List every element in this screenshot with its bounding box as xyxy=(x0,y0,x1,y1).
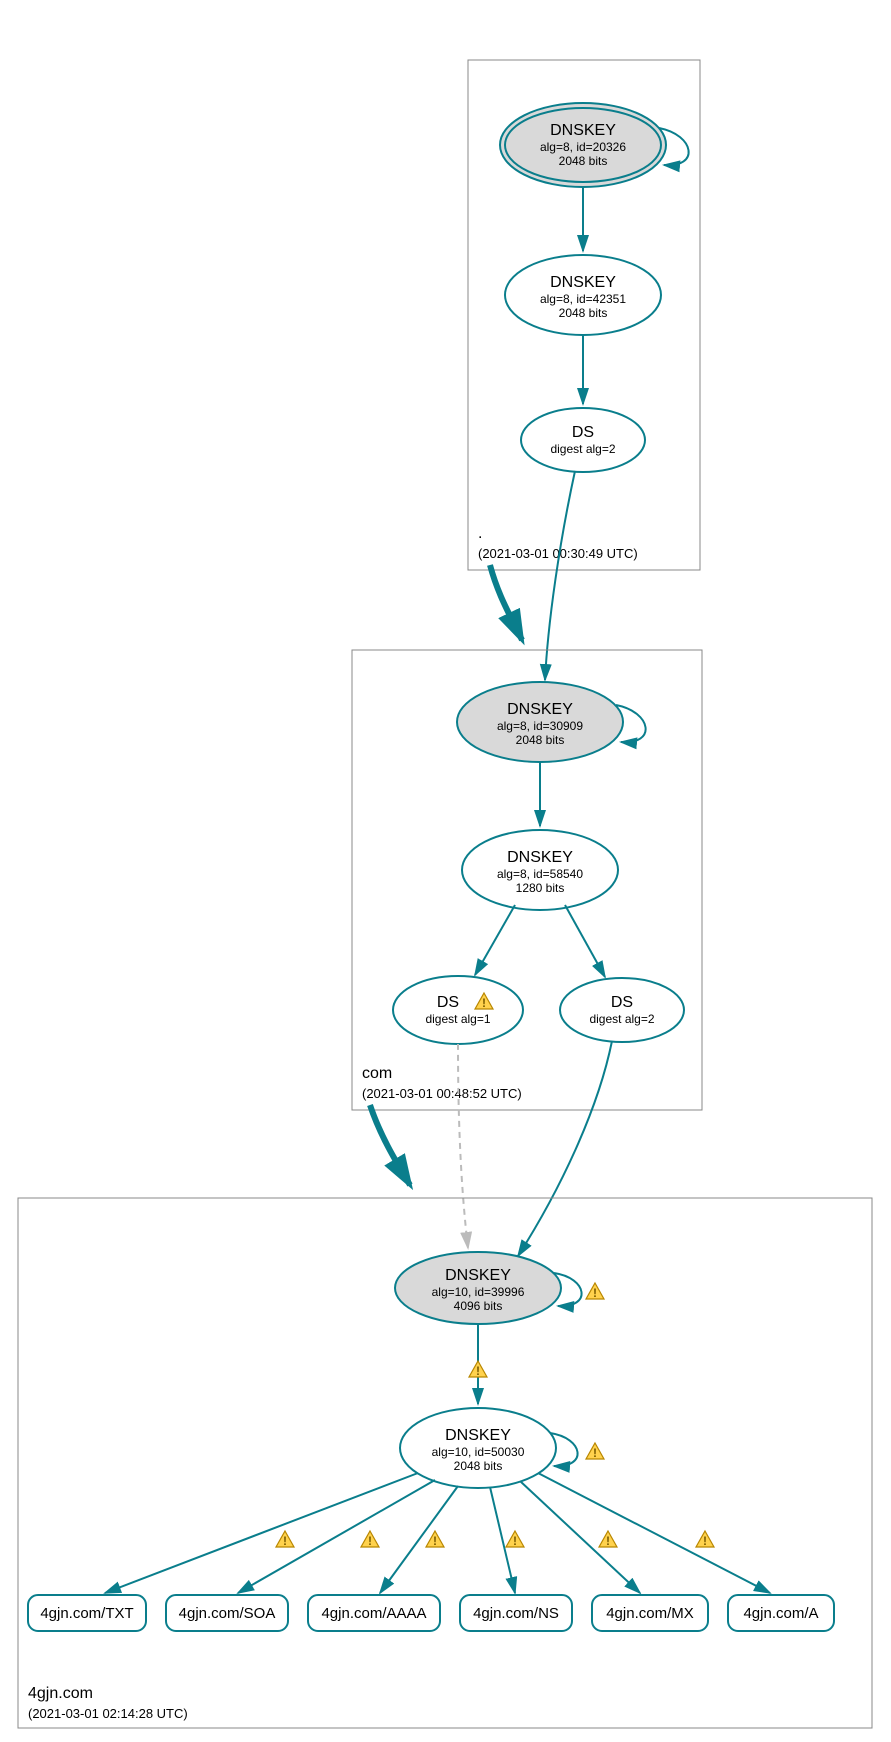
node-com-ds2: DS digest alg=2 xyxy=(560,978,684,1042)
svg-text:DNSKEY: DNSKEY xyxy=(445,1427,511,1444)
warning-icon xyxy=(426,1531,444,1548)
svg-text:DNSKEY: DNSKEY xyxy=(550,274,616,291)
edge-leaf-zsk-a xyxy=(538,1473,770,1593)
node-com-zsk: DNSKEY alg=8, id=58540 1280 bits xyxy=(462,830,618,910)
warning-icon xyxy=(696,1531,714,1548)
edge-leaf-zsk-aaaa xyxy=(380,1486,458,1593)
edge-leaf-zsk-soa xyxy=(238,1480,435,1593)
svg-text:DNSKEY: DNSKEY xyxy=(507,849,573,866)
warning-icon xyxy=(469,1361,487,1378)
warning-icon xyxy=(586,1283,604,1300)
svg-text:4096 bits: 4096 bits xyxy=(454,1299,503,1313)
svg-text:4gjn.com/MX: 4gjn.com/MX xyxy=(606,1605,694,1622)
zone-leaf-label: 4gjn.com xyxy=(28,1685,93,1702)
svg-text:alg=8, id=42351: alg=8, id=42351 xyxy=(540,292,626,306)
svg-text:alg=10, id=50030: alg=10, id=50030 xyxy=(432,1445,525,1459)
svg-text:1280 bits: 1280 bits xyxy=(516,881,565,895)
rrset-mx: 4gjn.com/MX xyxy=(592,1595,708,1631)
svg-text:DNSKEY: DNSKEY xyxy=(507,701,573,718)
svg-text:4gjn.com/A: 4gjn.com/A xyxy=(743,1605,818,1622)
svg-text:alg=10, id=39996: alg=10, id=39996 xyxy=(432,1285,525,1299)
svg-text:4gjn.com/AAAA: 4gjn.com/AAAA xyxy=(321,1605,426,1622)
edge-root-ds-com-ksk xyxy=(545,471,575,680)
svg-text:DNSKEY: DNSKEY xyxy=(550,122,616,139)
zone-leaf: 4gjn.com (2021-03-01 02:14:28 UTC) DNSKE… xyxy=(18,1198,872,1728)
svg-text:DS: DS xyxy=(611,994,633,1011)
svg-text:digest alg=1: digest alg=1 xyxy=(425,1012,490,1026)
rrset-ns: 4gjn.com/NS xyxy=(460,1595,572,1631)
warning-icon xyxy=(599,1531,617,1548)
warning-icon xyxy=(506,1531,524,1548)
svg-text:2048 bits: 2048 bits xyxy=(516,733,565,747)
svg-text:DS: DS xyxy=(572,424,594,441)
svg-text:alg=8, id=58540: alg=8, id=58540 xyxy=(497,867,583,881)
svg-text:2048 bits: 2048 bits xyxy=(454,1459,503,1473)
svg-text:alg=8, id=30909: alg=8, id=30909 xyxy=(497,719,583,733)
warning-icon xyxy=(586,1443,604,1460)
svg-text:4gjn.com/TXT: 4gjn.com/TXT xyxy=(40,1605,133,1622)
zone-com-timestamp: (2021-03-01 00:48:52 UTC) xyxy=(362,1086,522,1101)
edge-leaf-zsk-mx xyxy=(520,1481,640,1593)
svg-text:alg=8, id=20326: alg=8, id=20326 xyxy=(540,140,626,154)
edge-com-zsk-ds2 xyxy=(565,905,605,977)
edge-zone-com-leaf xyxy=(370,1105,410,1185)
rrset-a: 4gjn.com/A xyxy=(728,1595,834,1631)
zone-leaf-timestamp: (2021-03-01 02:14:28 UTC) xyxy=(28,1706,188,1721)
node-com-ds1: DS digest alg=1 xyxy=(393,976,523,1044)
warning-icon xyxy=(361,1531,379,1548)
edge-com-zsk-ds1 xyxy=(475,905,515,975)
zone-com-label: com xyxy=(362,1065,392,1082)
edge-com-ds2-leaf-ksk xyxy=(518,1041,612,1256)
svg-text:digest alg=2: digest alg=2 xyxy=(550,442,615,456)
svg-text:4gjn.com/SOA: 4gjn.com/SOA xyxy=(179,1605,276,1622)
node-root-ds: DS digest alg=2 xyxy=(521,408,645,472)
svg-text:digest alg=2: digest alg=2 xyxy=(589,1012,654,1026)
edge-com-ds1-leaf-ksk xyxy=(458,1044,468,1248)
svg-text:2048 bits: 2048 bits xyxy=(559,154,608,168)
node-root-zsk: DNSKEY alg=8, id=42351 2048 bits xyxy=(505,255,661,335)
svg-text:DS: DS xyxy=(437,994,459,1011)
rrset-txt: 4gjn.com/TXT xyxy=(28,1595,146,1631)
node-leaf-ksk: DNSKEY alg=10, id=39996 4096 bits xyxy=(395,1252,561,1324)
zone-root-label: . xyxy=(478,525,482,542)
rrset-soa: 4gjn.com/SOA xyxy=(166,1595,288,1631)
svg-text:DNSKEY: DNSKEY xyxy=(445,1267,511,1284)
node-root-ksk: DNSKEY alg=8, id=20326 2048 bits xyxy=(500,103,666,187)
node-com-ksk: DNSKEY alg=8, id=30909 2048 bits xyxy=(457,682,623,762)
svg-text:4gjn.com/NS: 4gjn.com/NS xyxy=(473,1605,559,1622)
node-leaf-zsk: DNSKEY alg=10, id=50030 2048 bits xyxy=(400,1408,556,1488)
zone-root: . (2021-03-01 00:30:49 UTC) DNSKEY alg=8… xyxy=(468,60,700,570)
edge-zone-root-com xyxy=(490,565,522,640)
zone-com: com (2021-03-01 00:48:52 UTC) DNSKEY alg… xyxy=(352,650,702,1110)
rrset-aaaa: 4gjn.com/AAAA xyxy=(308,1595,440,1631)
svg-text:2048 bits: 2048 bits xyxy=(559,306,608,320)
warning-icon xyxy=(276,1531,294,1548)
